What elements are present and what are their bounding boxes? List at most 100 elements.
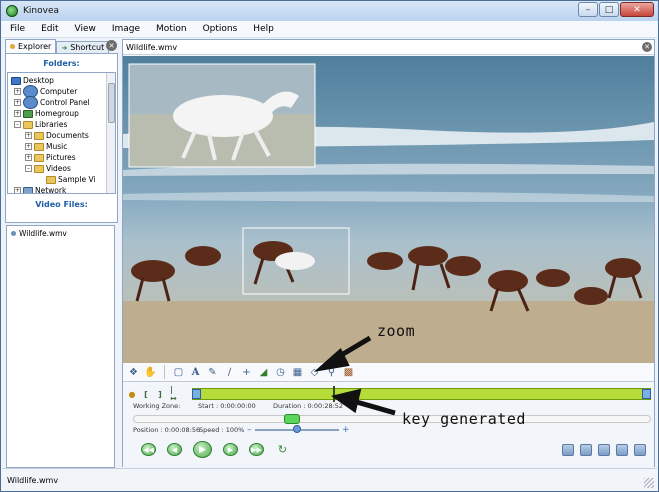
play-icon[interactable]: ▶ xyxy=(193,441,212,458)
tree-item-control-panel[interactable]: + Control Panel xyxy=(14,96,90,109)
expand-icon[interactable]: + xyxy=(25,132,32,139)
tab-label: Shortcut xyxy=(70,43,105,52)
tree-item-libraries[interactable]: – Libraries xyxy=(14,119,67,130)
timeline-end-handle[interactable] xyxy=(642,389,651,399)
minimize-button[interactable]: – xyxy=(578,2,598,17)
video-frame[interactable] xyxy=(123,56,654,363)
status-bar: Wildlife.wmv xyxy=(2,468,657,491)
text-icon[interactable]: A xyxy=(189,366,202,379)
desktop-icon xyxy=(11,76,21,85)
loop-icon[interactable]: ↻ xyxy=(275,443,290,456)
resize-grip-icon[interactable] xyxy=(644,478,654,488)
tree-scrollbar[interactable] xyxy=(106,73,115,193)
expand-icon[interactable]: + xyxy=(14,99,21,106)
export-tools xyxy=(562,444,646,456)
folder-icon xyxy=(34,142,44,151)
expand-icon[interactable]: + xyxy=(25,154,32,161)
app-window: Kinovea – □ ✕ File Edit View Image Motio… xyxy=(0,0,659,492)
tree-item-pictures[interactable]: + Pictures xyxy=(25,152,76,163)
video-files-list: Wildlife.wmv xyxy=(6,225,115,468)
color-profile-icon[interactable]: ▩ xyxy=(342,366,355,379)
menu-file[interactable]: File xyxy=(2,24,33,34)
expand-icon[interactable]: + xyxy=(14,110,21,117)
zone-start-icon[interactable]: [ xyxy=(142,389,150,399)
list-item[interactable]: Wildlife.wmv xyxy=(7,226,114,241)
speed-slider-thumb[interactable] xyxy=(293,425,301,433)
homegroup-icon xyxy=(23,109,33,118)
cross-marker-icon[interactable]: + xyxy=(240,366,253,379)
timeline-start-handle[interactable] xyxy=(192,389,201,399)
menu-options[interactable]: Options xyxy=(195,24,246,34)
title-bar: Kinovea – □ ✕ xyxy=(1,1,658,21)
folder-icon xyxy=(34,164,44,173)
close-icon[interactable]: ✕ xyxy=(642,42,652,52)
grid-icon[interactable]: ▦ xyxy=(291,366,304,379)
tree-item-videos[interactable]: – Videos xyxy=(25,163,71,174)
close-button[interactable]: ✕ xyxy=(620,2,654,17)
pencil-icon[interactable]: ✎ xyxy=(206,366,219,379)
tab-shortcut[interactable]: ➜ Shortcut xyxy=(56,41,110,53)
expand-icon[interactable]: + xyxy=(14,88,21,95)
magnifier-icon[interactable]: ⚲ xyxy=(325,366,338,379)
export-icon[interactable] xyxy=(616,444,628,456)
folder-tree[interactable]: Desktop + Computer + Control Panel + Homegr… xyxy=(7,72,116,194)
previous-frame-icon[interactable]: ◀ xyxy=(167,443,182,456)
lock-icon[interactable]: ● xyxy=(128,389,136,399)
menu-motion[interactable]: Motion xyxy=(148,24,195,34)
position-track[interactable] xyxy=(133,414,651,424)
settings-icon[interactable] xyxy=(634,444,646,456)
position-thumb[interactable] xyxy=(284,414,300,424)
zone-reset-icon[interactable]: |↔ xyxy=(170,385,178,403)
speed-slider[interactable] xyxy=(255,425,339,433)
plane-icon[interactable]: ◇ xyxy=(308,366,321,379)
multi-snapshot-icon[interactable] xyxy=(580,444,592,456)
line-icon[interactable]: ∕ xyxy=(223,366,236,379)
tree-item-documents[interactable]: + Documents xyxy=(25,130,89,141)
speed-minus-icon[interactable]: – xyxy=(247,425,252,435)
arrow-right-icon: ➜ xyxy=(61,43,68,52)
menu-image[interactable]: Image xyxy=(104,24,148,34)
menu-view[interactable]: View xyxy=(67,24,104,34)
expand-icon[interactable]: + xyxy=(25,143,32,150)
menu-help[interactable]: Help xyxy=(245,24,282,34)
tree-item-network[interactable]: + Network xyxy=(14,185,66,193)
working-zone-timeline[interactable] xyxy=(192,386,651,402)
snapshot-icon[interactable] xyxy=(562,444,574,456)
last-frame-icon[interactable]: ▶▶ xyxy=(249,443,264,456)
scrollbar-thumb[interactable] xyxy=(108,83,115,123)
zone-end-icon[interactable]: ] xyxy=(156,389,164,399)
angle-icon[interactable]: ◢ xyxy=(257,366,270,379)
playback-buttons: ◀◀ ◀ ▶ ▶ ▶▶ ↻ xyxy=(141,441,290,458)
tree-item-music[interactable]: + Music xyxy=(25,141,67,152)
playback-controls: ● [ ] |↔ Working Zone: Start : 0:00:00:0… xyxy=(123,385,654,467)
tab-explorer[interactable]: Explorer xyxy=(5,39,57,53)
tree-item-sample-videos[interactable]: Sample Vi xyxy=(46,174,96,185)
status-text: Wildlife.wmv xyxy=(7,475,59,485)
tree-item-homegroup[interactable]: + Homegroup xyxy=(14,108,79,119)
collapse-icon[interactable]: – xyxy=(14,121,21,128)
video-file-icon xyxy=(11,231,16,236)
close-icon[interactable]: ✕ xyxy=(106,40,117,51)
maximize-button[interactable]: □ xyxy=(599,2,619,17)
tree-item-label: Computer xyxy=(40,87,78,96)
tree-item-label: Sample Vi xyxy=(58,175,96,184)
tree-item-label: Libraries xyxy=(35,120,68,129)
expand-icon[interactable]: + xyxy=(14,187,21,193)
collapse-icon[interactable]: – xyxy=(25,165,32,172)
first-frame-icon[interactable]: ◀◀ xyxy=(141,443,156,456)
key-image-marker[interactable] xyxy=(333,386,335,402)
folder-icon xyxy=(46,175,56,184)
tree-item-computer[interactable]: + Computer xyxy=(14,85,78,98)
player-file-tab[interactable]: Wildlife.wmv ✕ xyxy=(123,40,654,55)
player-panel: Wildlife.wmv ✕ ❖ ✋ ▢ A ✎ ∕ + ◢ ◷ ▦ ◇ ⚲ ▩… xyxy=(122,39,655,467)
key-image-icon[interactable]: ❖ xyxy=(127,366,140,379)
save-video-icon[interactable] xyxy=(598,444,610,456)
position-label: Position : 0:00:08:56 xyxy=(133,426,201,434)
working-zone-buttons: ● [ ] |↔ xyxy=(128,385,178,403)
menu-edit[interactable]: Edit xyxy=(33,24,66,34)
next-frame-icon[interactable]: ▶ xyxy=(223,443,238,456)
chrono-icon[interactable]: ◷ xyxy=(274,366,287,379)
comment-icon[interactable]: ▢ xyxy=(172,366,185,379)
speed-plus-icon[interactable]: + xyxy=(342,425,350,435)
hand-icon[interactable]: ✋ xyxy=(144,366,157,379)
